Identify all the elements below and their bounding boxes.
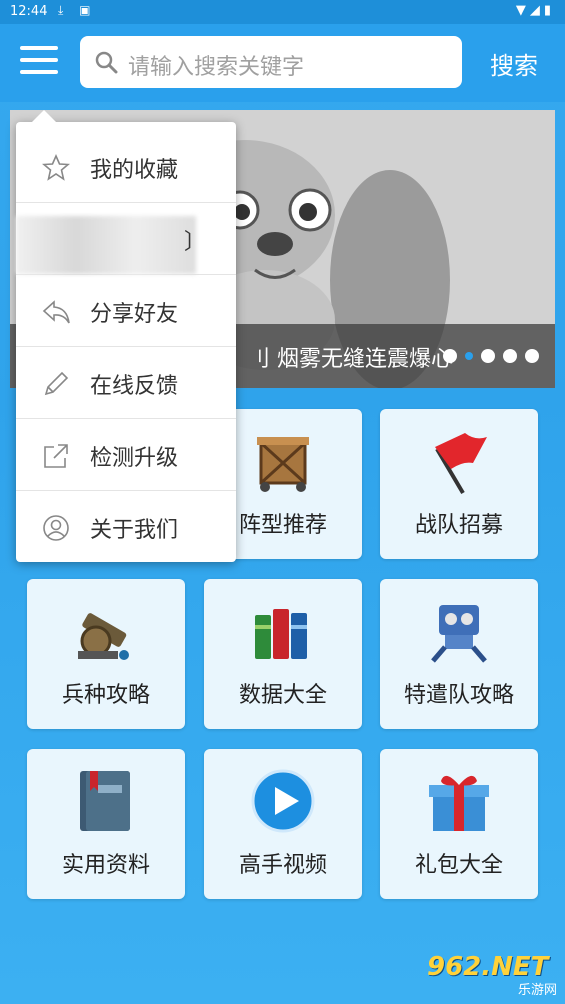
tile-label: 战队招募 — [414, 513, 503, 538]
menu-icon[interactable] — [20, 46, 58, 78]
tile-label: 高手视频 — [238, 853, 327, 878]
menu-item-label: 检测升级 — [90, 446, 179, 471]
watermark-brand: 962.NET — [427, 952, 549, 982]
menu-item-feedback[interactable]: 在线反馈 — [16, 346, 236, 419]
blurred-region — [16, 216, 196, 274]
cannon-icon — [78, 613, 129, 660]
carousel-dot-active[interactable] — [465, 352, 473, 360]
tile-data[interactable]: 数据大全 — [204, 579, 362, 729]
app-header: 请输入搜索关键字 搜索 — [0, 24, 565, 102]
play-icon — [251, 769, 315, 833]
menu-item-hidden[interactable]: 〕 — [16, 202, 236, 275]
search-input[interactable]: 请输入搜索关键字 — [80, 36, 462, 88]
red-flag-icon — [435, 433, 487, 495]
menu-item-about[interactable]: 关于我们 — [16, 490, 236, 562]
gift-icon — [429, 775, 489, 831]
carousel-dot[interactable] — [525, 349, 539, 363]
tile-resources[interactable]: 实用资料 — [27, 749, 185, 899]
carousel-indicator — [435, 348, 539, 367]
menu-item-favorites[interactable]: 我的收藏 — [16, 130, 236, 203]
pencil-icon — [44, 371, 69, 396]
notification-icons: ⤓ ▣ — [58, 3, 97, 17]
carousel-dot[interactable] — [481, 349, 495, 363]
dropdown-menu: 我的收藏 〕 分享好友 在线反馈 检测升级 关于我们 — [16, 110, 236, 562]
books-icon — [255, 609, 307, 659]
tile-gifts[interactable]: 礼包大全 — [380, 749, 538, 899]
crate-icon — [257, 437, 309, 492]
carousel-dot[interactable] — [443, 349, 457, 363]
search-button[interactable]: 搜索 — [490, 46, 538, 81]
robot-icon — [431, 605, 487, 663]
menu-item-share[interactable]: 分享好友 — [16, 274, 236, 347]
external-link-icon — [44, 444, 68, 468]
tile-label: 数据大全 — [238, 683, 327, 708]
banner-title: 刂 烟雾无缝连震爆心 — [248, 347, 453, 372]
notebook-icon — [80, 771, 130, 831]
user-circle-icon — [43, 515, 69, 541]
tile-label: 礼包大全 — [414, 853, 503, 878]
watermark-logo: 962.NET 乐游网 — [427, 952, 557, 998]
status-bar: 12:44 ⤓ ▣ ▼◢▮ — [0, 0, 565, 24]
status-time: 12:44 — [10, 4, 48, 19]
tile-unit-guide[interactable]: 兵种攻略 — [27, 579, 185, 729]
menu-item-check-update[interactable]: 检测升级 — [16, 418, 236, 491]
menu-item-label: 分享好友 — [90, 302, 179, 327]
blurred-text-edge: 〕 — [184, 230, 207, 255]
system-icons: ▼◢▮ — [515, 3, 555, 18]
star-icon — [42, 154, 70, 181]
watermark-sub: 乐游网 — [517, 983, 557, 998]
search-icon — [95, 51, 118, 74]
carousel-dot[interactable] — [503, 349, 517, 363]
search-placeholder: 请输入搜索关键字 — [128, 55, 305, 80]
tile-label: 特遣队攻略 — [403, 683, 514, 708]
menu-item-label: 我的收藏 — [90, 158, 179, 183]
menu-item-label: 在线反馈 — [90, 374, 179, 399]
tile-task-force[interactable]: 特遣队攻略 — [380, 579, 538, 729]
tile-label: 实用资料 — [61, 853, 150, 878]
tile-label: 兵种攻略 — [61, 683, 150, 708]
tile-pro-videos[interactable]: 高手视频 — [204, 749, 362, 899]
menu-item-label: 关于我们 — [90, 518, 179, 543]
dropdown-arrow — [32, 110, 56, 122]
tile-team-recruit[interactable]: 战队招募 — [380, 409, 538, 559]
share-icon — [42, 300, 70, 324]
